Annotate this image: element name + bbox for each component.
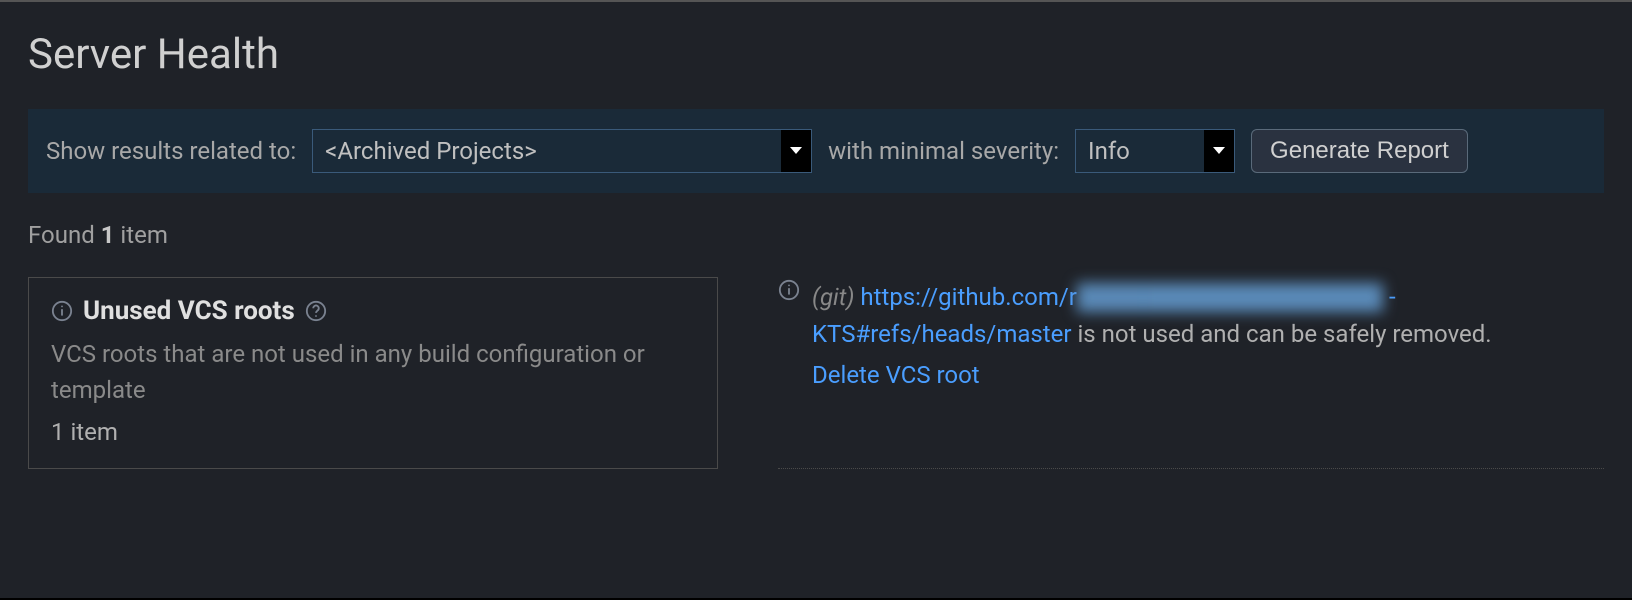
card-description: VCS roots that are not used in any build…	[51, 336, 695, 408]
vcs-type-label: (git)	[812, 283, 854, 311]
project-scope-value: <Archived Projects>	[313, 137, 781, 165]
chevron-down-icon	[1204, 130, 1234, 172]
severity-select[interactable]: Info	[1075, 129, 1235, 173]
health-item-card[interactable]: Unused VCS roots VCS roots that are not …	[28, 277, 718, 469]
info-icon	[778, 279, 800, 301]
results-prefix: Found	[28, 221, 101, 249]
health-item-detail: (git) https://github.com/r██████████████…	[778, 277, 1604, 469]
url-sep: -	[1383, 283, 1396, 311]
results-number: 1	[101, 221, 115, 249]
chevron-down-icon	[781, 130, 811, 172]
generate-report-button[interactable]: Generate Report	[1251, 129, 1468, 173]
page-title: Server Health	[28, 30, 1604, 79]
project-scope-select[interactable]: <Archived Projects>	[312, 129, 812, 173]
filter-severity-label: with minimal severity:	[828, 137, 1059, 165]
results-suffix: item	[114, 221, 167, 249]
card-item-count: 1 item	[51, 418, 695, 446]
info-icon	[51, 300, 73, 322]
filter-results-label: Show results related to:	[46, 137, 296, 165]
help-icon[interactable]	[305, 300, 327, 322]
filter-bar: Show results related to: <Archived Proje…	[28, 109, 1604, 193]
delete-vcs-root-link[interactable]: Delete VCS root	[812, 357, 980, 394]
card-title: Unused VCS roots	[83, 296, 295, 326]
results-count: Found 1 item	[28, 221, 1604, 249]
url-redacted: ██████████████████	[1077, 283, 1383, 311]
detail-message: is not used and can be safely removed.	[1072, 320, 1492, 348]
severity-value: Info	[1076, 137, 1204, 165]
url-ref: KTS#refs/heads/master	[812, 320, 1072, 348]
url-prefix: https://github.com/r	[860, 283, 1077, 311]
